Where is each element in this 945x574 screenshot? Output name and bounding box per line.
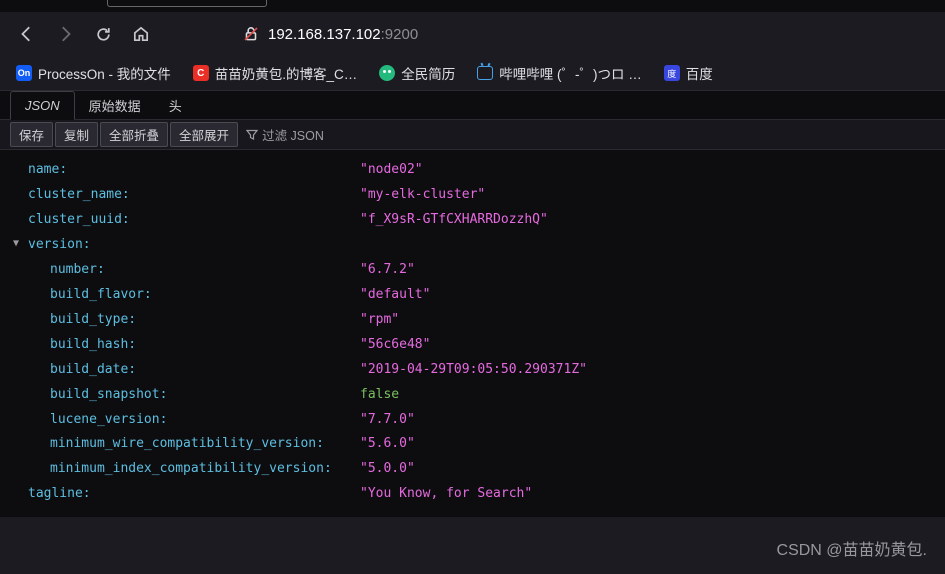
json-row[interactable]: lucene_version:"7.7.0" (10, 408, 935, 433)
reload-button[interactable] (86, 17, 120, 51)
json-key: version (28, 233, 83, 258)
url-bar[interactable]: 192.168.137.102:9200 (242, 18, 935, 50)
json-value: "7.7.0" (360, 408, 415, 433)
json-row[interactable]: build_flavor:"default" (10, 283, 935, 308)
json-value: "node02" (360, 158, 423, 183)
bookmark-label: 哔哩哔哩 (゜-゜)つロ … (499, 63, 642, 83)
collapse-toggle[interactable]: ▼ (10, 234, 22, 259)
active-tab-outline (107, 0, 267, 7)
json-key: cluster_name (28, 183, 122, 208)
json-key: build_date (50, 358, 128, 383)
json-row[interactable]: ▼version: (10, 233, 935, 258)
resume-icon (379, 65, 395, 81)
nav-toolbar: 192.168.137.102:9200 (0, 12, 945, 56)
tab-json[interactable]: JSON (10, 91, 75, 120)
json-value: "rpm" (360, 308, 399, 333)
viewer-tabs: JSON 原始数据 头 (0, 90, 945, 120)
json-key: minimum_wire_compatibility_version (50, 432, 316, 457)
collapse-all-button[interactable]: 全部折叠 (100, 122, 168, 147)
json-key: build_hash (50, 333, 128, 358)
json-key: build_flavor (50, 283, 144, 308)
json-value: "5.6.0" (360, 432, 415, 457)
filter-input[interactable]: 过滤 JSON (246, 125, 324, 144)
json-row[interactable]: build_date:"2019-04-29T09:05:50.290371Z" (10, 358, 935, 383)
json-row[interactable]: cluster_name:"my-elk-cluster" (10, 183, 935, 208)
save-button[interactable]: 保存 (10, 122, 53, 147)
json-row[interactable]: name:"node02" (10, 158, 935, 183)
bookmark-baidu[interactable]: 度 百度 (664, 63, 713, 83)
json-row[interactable]: tagline:"You Know, for Search" (10, 482, 935, 507)
bookmark-label: 全民简历 (401, 63, 455, 83)
json-value: "56c6e48" (360, 333, 430, 358)
bookmarks-bar: On ProcessOn - 我的文件 C 苗苗奶黄包.的博客_C… 全民简历 … (0, 56, 945, 90)
bookmark-csdn[interactable]: C 苗苗奶黄包.的博客_C… (193, 63, 358, 83)
json-row[interactable]: cluster_uuid:"f_X9sR-GTfCXHARRDozzhQ" (10, 208, 935, 233)
json-value: "2019-04-29T09:05:50.290371Z" (360, 358, 587, 383)
json-value: "my-elk-cluster" (360, 183, 485, 208)
json-viewer: name:"node02" cluster_name:"my-elk-clust… (0, 150, 945, 517)
json-key: lucene_version (50, 408, 160, 433)
url-host: 192.168.137.102 (268, 26, 381, 43)
back-button[interactable] (10, 17, 44, 51)
filter-placeholder: 过滤 JSON (262, 125, 324, 144)
json-value: false (360, 383, 399, 408)
json-row[interactable]: number:"6.7.2" (10, 258, 935, 283)
expand-all-button[interactable]: 全部展开 (170, 122, 238, 147)
copy-button[interactable]: 复制 (55, 122, 98, 147)
json-value: "default" (360, 283, 430, 308)
tab-strip (0, 0, 945, 12)
baidu-icon: 度 (664, 65, 680, 81)
json-row[interactable]: build_hash:"56c6e48" (10, 333, 935, 358)
forward-button[interactable] (48, 17, 82, 51)
json-row[interactable]: build_snapshot:false (10, 383, 935, 408)
json-key: build_type (50, 308, 128, 333)
processon-icon: On (16, 65, 32, 81)
json-key: number (50, 258, 97, 283)
json-row[interactable]: build_type:"rpm" (10, 308, 935, 333)
url-port: :9200 (381, 26, 419, 43)
json-value: "5.0.0" (360, 457, 415, 482)
tab-raw[interactable]: 原始数据 (75, 91, 155, 119)
bookmark-resume[interactable]: 全民简历 (379, 63, 455, 83)
json-row[interactable]: minimum_index_compatibility_version:"5.0… (10, 457, 935, 482)
watermark: CSDN @苗苗奶黄包. (777, 536, 927, 560)
json-value: "You Know, for Search" (360, 482, 532, 507)
csdn-icon: C (193, 65, 209, 81)
json-key: build_snapshot (50, 383, 160, 408)
tab-headers[interactable]: 头 (155, 91, 196, 119)
json-toolbar: 保存 复制 全部折叠 全部展开 过滤 JSON (0, 120, 945, 150)
home-button[interactable] (124, 17, 158, 51)
bilibili-icon (477, 66, 493, 80)
bookmark-bilibili[interactable]: 哔哩哔哩 (゜-゜)つロ … (477, 63, 642, 83)
json-key: minimum_index_compatibility_version (50, 457, 324, 482)
insecure-lock-icon (242, 25, 260, 43)
json-row[interactable]: minimum_wire_compatibility_version:"5.6.… (10, 432, 935, 457)
json-value: "f_X9sR-GTfCXHARRDozzhQ" (360, 208, 548, 233)
bookmark-label: 百度 (686, 63, 713, 83)
bookmark-processon[interactable]: On ProcessOn - 我的文件 (16, 63, 171, 83)
funnel-icon (246, 129, 258, 141)
json-value: "6.7.2" (360, 258, 415, 283)
json-key: name (28, 158, 59, 183)
bookmark-label: 苗苗奶黄包.的博客_C… (215, 63, 358, 83)
url-text: 192.168.137.102:9200 (268, 26, 418, 43)
json-key: tagline (28, 482, 83, 507)
json-key: cluster_uuid (28, 208, 122, 233)
bookmark-label: ProcessOn - 我的文件 (38, 63, 171, 83)
